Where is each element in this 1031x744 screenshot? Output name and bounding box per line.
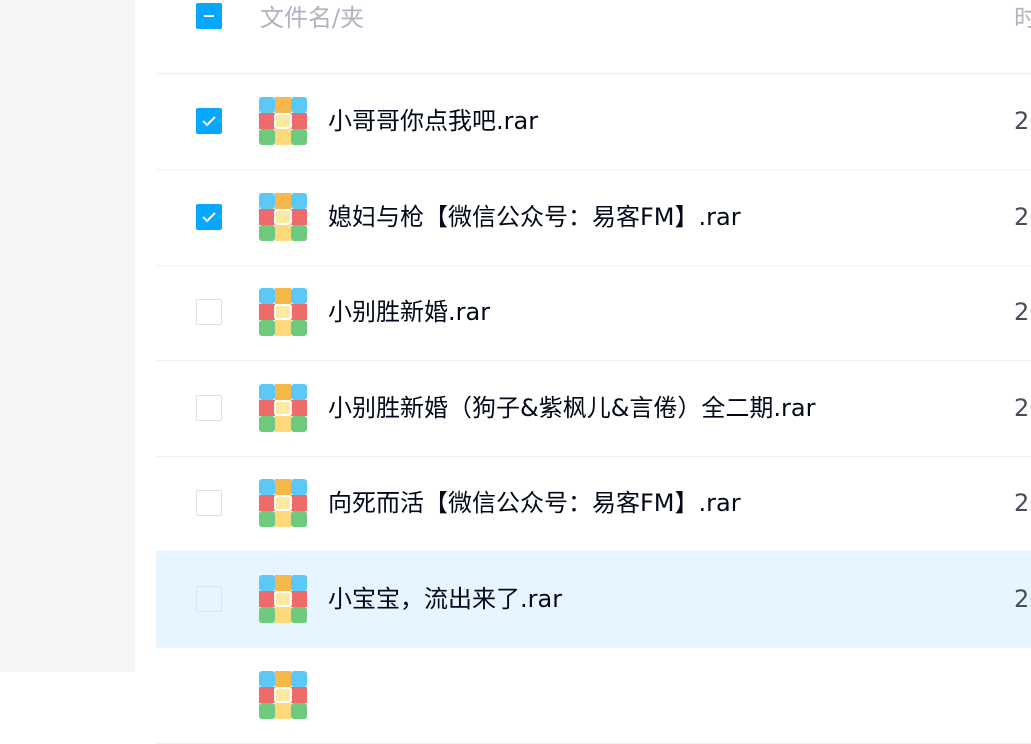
- minus-icon: [204, 15, 214, 17]
- file-date: 20: [1014, 298, 1031, 326]
- row-checkbox[interactable]: [196, 586, 222, 612]
- file-date: 20: [1014, 585, 1031, 613]
- file-name[interactable]: 小哥哥你点我吧.rar: [328, 103, 538, 139]
- checkmark-icon: [202, 116, 216, 127]
- file-row[interactable]: [156, 648, 1031, 744]
- file-name[interactable]: 向死而活【微信公众号：易客FM】.rar: [328, 485, 741, 521]
- archive-rar-icon: [259, 575, 307, 623]
- file-row[interactable]: 小哥哥你点我吧.rar 20: [156, 74, 1031, 170]
- archive-rar-icon: [259, 384, 307, 432]
- file-row[interactable]: 小宝宝，流出来了.rar 20: [156, 552, 1031, 648]
- file-name[interactable]: 小别胜新婚（狗子&紫枫儿&言倦）全二期.rar: [328, 390, 816, 426]
- file-date: 20: [1014, 203, 1031, 231]
- file-row[interactable]: 小别胜新婚（狗子&紫枫儿&言倦）全二期.rar 20: [156, 361, 1031, 457]
- archive-rar-icon: [259, 97, 307, 145]
- file-list-header: 文件名/夹 时: [156, 0, 1031, 74]
- row-checkbox[interactable]: [196, 204, 222, 230]
- file-list-panel: 文件名/夹 时 小哥哥你点我吧.rar20媳妇与枪【微信公众号：易客FM】.ra…: [135, 0, 1031, 744]
- column-header-name[interactable]: 文件名/夹: [260, 0, 364, 36]
- file-date: 20: [1014, 107, 1031, 135]
- file-name[interactable]: 媳妇与枪【微信公众号：易客FM】.rar: [328, 199, 741, 235]
- archive-rar-icon: [259, 288, 307, 336]
- file-date: 20: [1014, 394, 1031, 422]
- file-name[interactable]: 小宝宝，流出来了.rar: [328, 581, 562, 617]
- file-row[interactable]: 小别胜新婚.rar 20: [156, 265, 1031, 361]
- row-checkbox[interactable]: [196, 490, 222, 516]
- file-name[interactable]: 小别胜新婚.rar: [328, 294, 490, 330]
- row-checkbox[interactable]: [196, 108, 222, 134]
- column-header-time[interactable]: 时: [1014, 0, 1031, 36]
- file-row[interactable]: 向死而活【微信公众号：易客FM】.rar 20: [156, 456, 1031, 552]
- file-row[interactable]: 媳妇与枪【微信公众号：易客FM】.rar 20: [156, 170, 1031, 266]
- row-checkbox[interactable]: [196, 299, 222, 325]
- archive-rar-icon: [259, 193, 307, 241]
- archive-rar-icon: [259, 671, 307, 719]
- select-all-checkbox[interactable]: [196, 3, 222, 29]
- checkmark-icon: [202, 212, 216, 223]
- sidebar: [0, 0, 135, 672]
- archive-rar-icon: [259, 479, 307, 527]
- file-date: 20: [1014, 489, 1031, 517]
- row-checkbox[interactable]: [196, 395, 222, 421]
